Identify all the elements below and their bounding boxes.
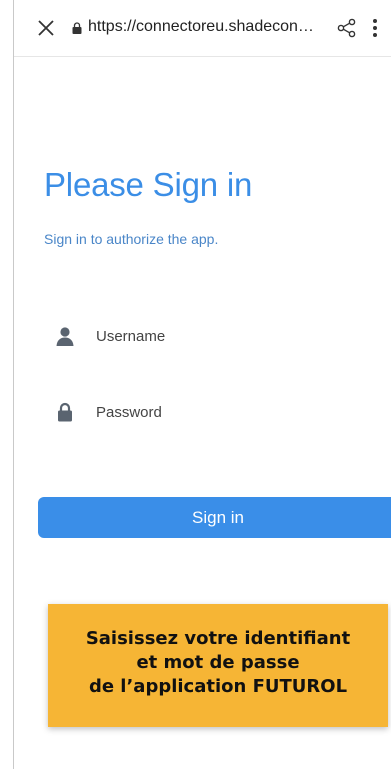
lock-icon	[58, 402, 72, 422]
username-input[interactable]	[96, 322, 366, 350]
callout-text: Saisissez votre identifiant et mot de pa…	[85, 627, 351, 697]
instruction-callout: Saisissez votre identifiant et mot de pa…	[48, 604, 388, 727]
page-subtitle: Sign in to authorize the app.	[44, 231, 219, 247]
more-vertical-icon	[373, 19, 377, 37]
share-icon	[337, 18, 356, 38]
browser-url-bar: https://connectoreu.shadecon…	[14, 0, 391, 57]
password-field[interactable]	[44, 398, 374, 426]
user-icon	[56, 327, 74, 346]
sign-in-button[interactable]: Sign in	[38, 497, 391, 538]
share-button[interactable]	[336, 17, 358, 39]
password-input[interactable]	[96, 398, 366, 426]
url-text[interactable]: https://connectoreu.shadecon…	[88, 18, 326, 40]
username-field[interactable]	[44, 322, 374, 350]
page-title: Please Sign in	[44, 166, 253, 203]
close-button[interactable]	[34, 16, 58, 40]
browser-frame: https://connectoreu.shadecon… Please Sig…	[13, 0, 391, 769]
lock-icon	[72, 22, 82, 34]
close-icon	[38, 20, 54, 36]
more-menu-button[interactable]	[370, 17, 380, 39]
